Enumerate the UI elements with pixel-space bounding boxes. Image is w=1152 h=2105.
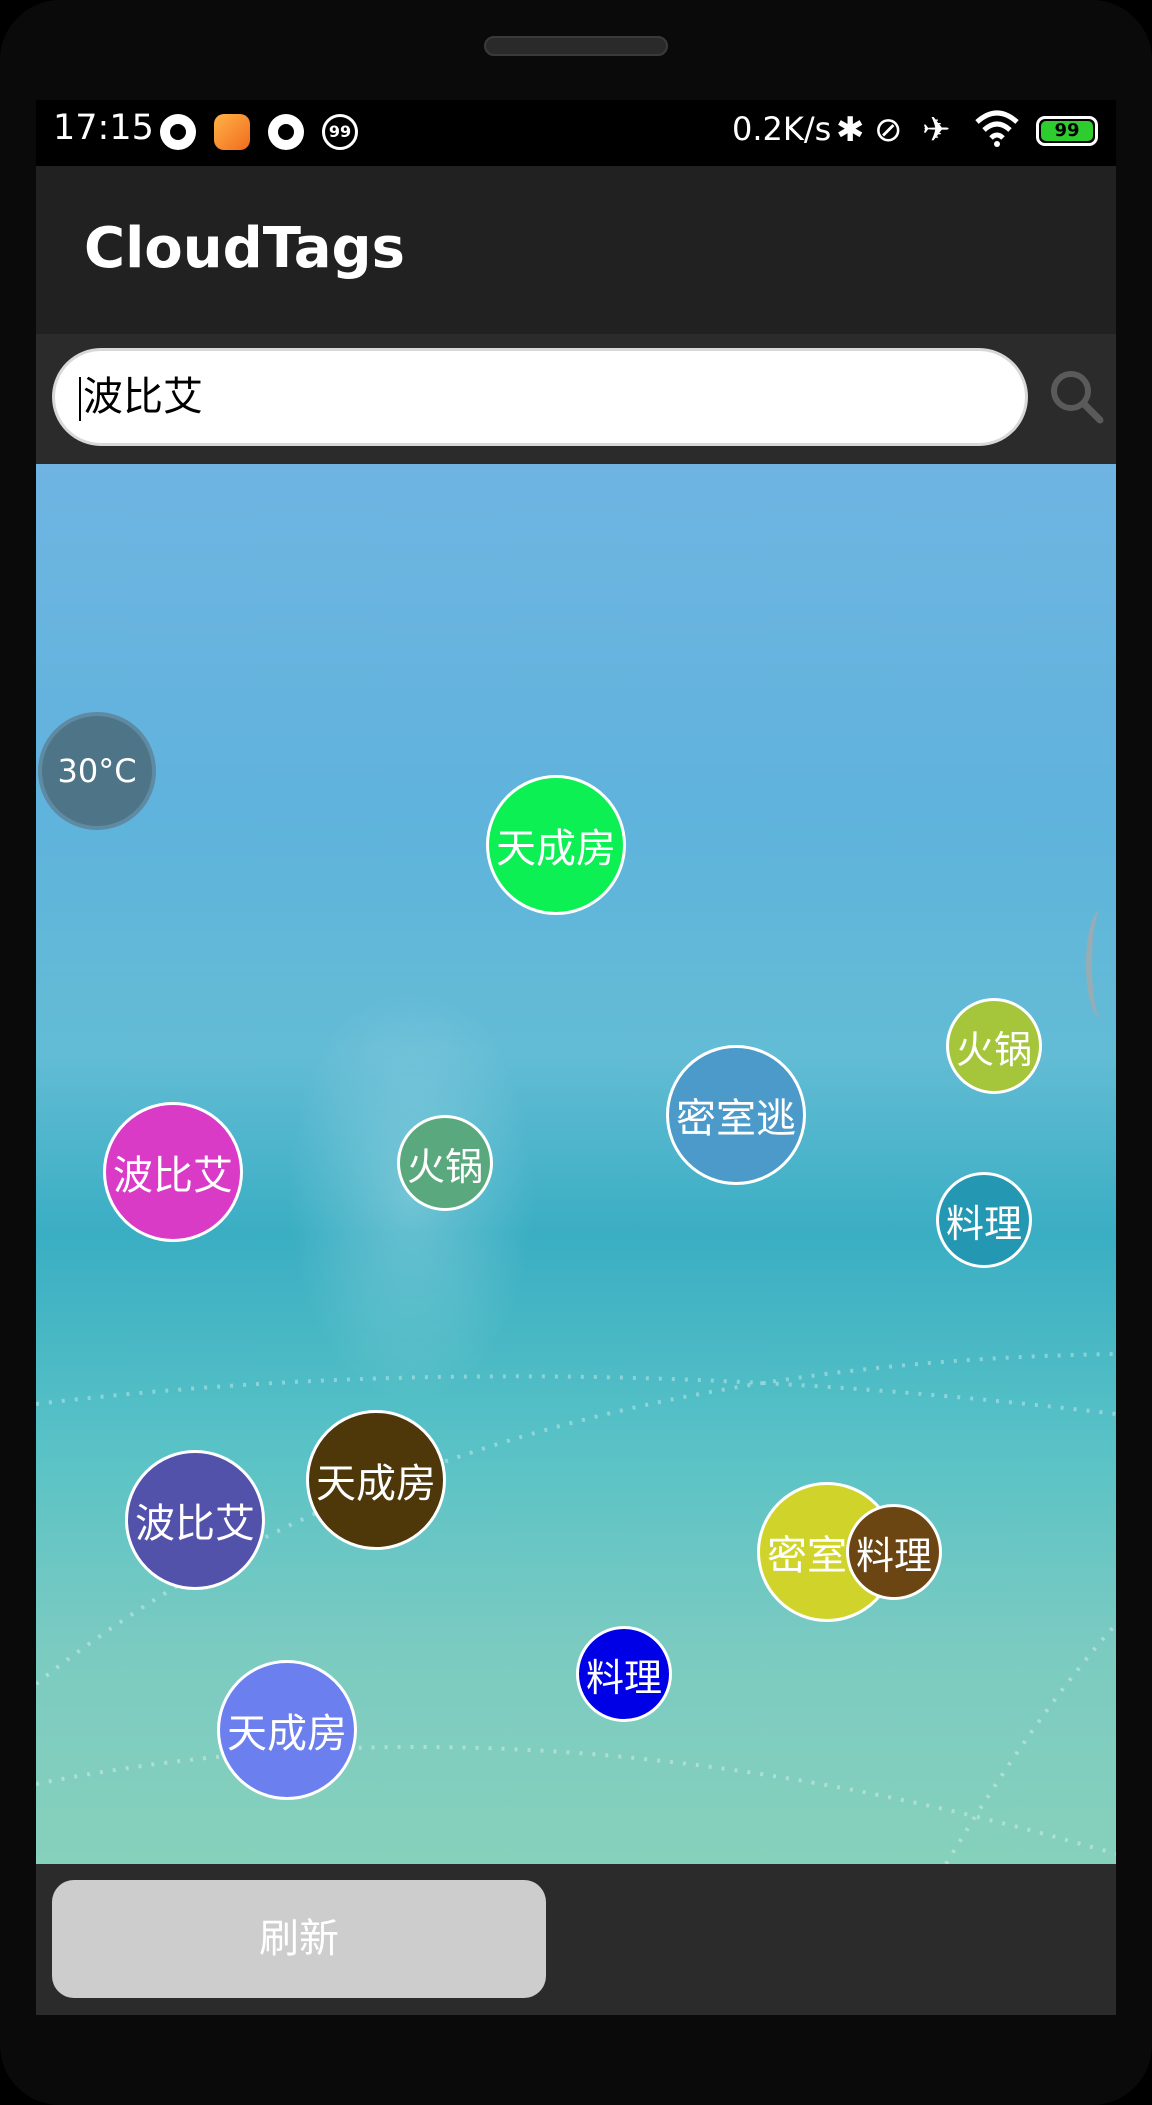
screen: 17:15 99 0.2K/s ✱ ⊘ ✈ 99 CloudTags 波比艾 3… [36,100,1116,2015]
weather-badge[interactable]: 30°C [38,712,156,830]
refresh-button[interactable]: 刷新 [52,1880,546,1998]
edge-drawer-handle[interactable] [1086,910,1116,1018]
cloud-tag[interactable]: 天成房 [306,1410,446,1550]
battery-icon: 99 [1036,116,1098,146]
search-button[interactable] [1046,366,1106,426]
wifi-icon [974,108,1020,159]
cloud-tag[interactable]: 天成房 [217,1660,357,1800]
tag-cloud: 30°C 天成房 火锅 密室逃 火锅 波比艾 料理 天成房 密室逃 波比艾 料理 料理 天成房 [36,464,1116,1864]
search-input[interactable]: 波比艾 [52,348,1028,446]
bottom-bar: 刷新 [36,1864,1116,2015]
alarm-off-icon: ⊘ [874,110,903,150]
search-input-value: 波比艾 [83,374,203,420]
app-notification-icon [214,114,250,150]
cloud-tag[interactable]: 密室逃 [666,1045,806,1185]
cloud-tag[interactable]: 料理 [846,1504,942,1600]
cloud-tag[interactable]: 料理 [936,1172,1032,1268]
status-bar: 17:15 99 0.2K/s ✱ ⊘ ✈ 99 [36,100,1116,166]
network-speed: 0.2K/s [732,110,832,148]
status-time: 17:15 [53,108,154,148]
bluetooth-icon: ✱ [836,110,865,150]
record-icon [268,114,304,150]
app-bar: CloudTags [36,166,1116,334]
cloud-tag[interactable]: 料理 [576,1626,672,1722]
search-row: 波比艾 [36,334,1116,464]
battery-level: 99 [1041,121,1093,141]
speaker-grille [484,36,668,56]
text-caret [79,377,81,421]
notification-count-icon: 99 [322,114,358,150]
cloud-tag[interactable]: 火锅 [397,1115,493,1211]
cloud-tag[interactable]: 天成房 [486,775,626,915]
cloud-tag[interactable]: 火锅 [946,998,1042,1094]
record-icon [160,114,196,150]
app-title: CloudTags [84,216,405,281]
airplane-icon: ✈ [922,110,951,150]
phone-frame: 17:15 99 0.2K/s ✱ ⊘ ✈ 99 CloudTags 波比艾 3… [0,0,1152,2105]
cloud-tag[interactable]: 波比艾 [125,1450,265,1590]
cloud-tag[interactable]: 波比艾 [103,1102,243,1242]
search-icon [1051,371,1104,424]
